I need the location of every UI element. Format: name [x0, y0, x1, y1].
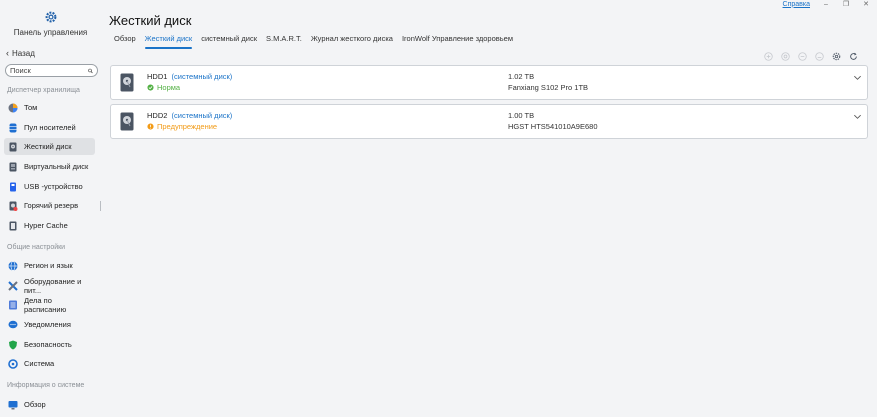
hard-disk-icon — [120, 112, 134, 131]
sidebar-item-scheduled-tasks[interactable]: Дела по расписанию — [4, 295, 95, 314]
tab-disk-log[interactable]: Журнал жесткого диска — [311, 34, 393, 47]
sidebar-item-volume[interactable]: Том — [4, 99, 95, 116]
cache-icon — [9, 221, 17, 230]
sidebar-item-storage-pool[interactable]: Пул носителей — [4, 119, 95, 136]
pie-chart-icon — [8, 103, 18, 112]
disk-model: HGST HTS541010A9E680 — [508, 122, 598, 131]
sidebar-item-hardware-power[interactable]: Оборудование и пит... — [4, 276, 95, 295]
sidebar-item-label: Пул носителей — [24, 123, 76, 132]
disk-id: HDD2 — [147, 111, 168, 120]
hard-disk-icon — [120, 73, 134, 92]
hot-spare-icon — [9, 201, 18, 211]
search-icon[interactable] — [88, 67, 93, 75]
tab-overview[interactable]: Обзор — [114, 34, 136, 47]
tab-smart[interactable]: S.M.A.R.T. — [266, 34, 302, 47]
add-icon[interactable] — [764, 52, 773, 61]
help-link[interactable]: Справка — [783, 1, 810, 8]
sidebar-item-label: Виртуальный диск — [24, 162, 89, 171]
search-input[interactable] — [10, 66, 88, 75]
sidebar-item-label: Обзор — [24, 400, 46, 409]
database-icon — [9, 123, 17, 132]
settings-icon[interactable] — [832, 52, 841, 61]
scan-icon[interactable] — [781, 52, 790, 61]
back-label: Назад — [12, 48, 35, 58]
system-disk-tag: (системный диск) — [171, 111, 233, 120]
restore-icon[interactable]: ❐ — [840, 0, 852, 8]
task-list-icon — [9, 300, 17, 309]
chevron-down-icon[interactable] — [853, 73, 862, 82]
sidebar-item-region-language[interactable]: Регион и язык — [4, 257, 95, 274]
sidebar-item-label: Оборудование и пит... — [24, 276, 82, 295]
disk-card[interactable]: HDD2 (системный диск) Предупреждение 1.0… — [110, 104, 868, 139]
warning-circle-icon — [147, 123, 154, 130]
disk-model: Fanxiang S102 Pro 1TB — [508, 83, 589, 92]
status-text: Предупреждение — [157, 122, 218, 131]
sidebar-item-label: Дела по расписанию — [24, 295, 67, 314]
sidebar-item-usb-device[interactable]: USB -устройство — [4, 178, 95, 195]
system-disk-tag: (системный диск) — [171, 72, 233, 81]
sidebar-item-label: Безопасность — [24, 340, 72, 349]
sidebar-item-label: Том — [24, 103, 38, 112]
window-controls: Справка – ❐ ✕ — [783, 0, 872, 9]
back-button[interactable]: ‹ Назад — [6, 48, 35, 58]
hard-disk-icon — [9, 142, 17, 151]
virtual-disk-icon — [9, 162, 17, 171]
chevron-down-icon[interactable] — [853, 112, 862, 121]
minimize-icon[interactable]: – — [820, 1, 832, 8]
disk-capacity: 1.00 TB — [508, 111, 535, 120]
sidebar-item-security[interactable]: Безопасность — [4, 336, 95, 353]
chat-bubble-icon — [8, 320, 18, 328]
sidebar: Панель управления ‹ Назад Диспетчер хран… — [0, 0, 101, 417]
remove-icon[interactable] — [798, 52, 807, 61]
disk-name: HDD1 (системный диск) — [147, 72, 232, 81]
sidebar-item-overview[interactable]: Обзор — [4, 396, 95, 413]
main-content: Жесткий диск Справка – ❐ ✕ Обзор Жесткий… — [101, 0, 877, 417]
toolbar — [764, 52, 858, 61]
tab-hard-disk[interactable]: Жесткий диск — [144, 34, 192, 49]
section-storage-title: Диспетчер хранилища — [7, 87, 80, 94]
sidebar-item-label: USB -устройство — [24, 182, 83, 191]
globe-icon — [8, 260, 18, 271]
refresh-icon[interactable] — [849, 52, 858, 61]
tab-bar: Обзор Жесткий диск системный диск S.M.A.… — [114, 34, 513, 49]
sidebar-item-virtual-disk[interactable]: Виртуальный диск — [4, 158, 95, 175]
sidebar-item-label: Горячий резерв — [24, 201, 79, 210]
status-text: Норма — [157, 83, 181, 92]
disk-capacity: 1.02 TB — [508, 72, 535, 81]
usb-icon — [10, 182, 16, 191]
sidebar-item-hard-disk[interactable]: Жесткий диск — [4, 138, 95, 155]
monitor-icon — [8, 400, 18, 409]
chevron-left-icon: ‹ — [6, 48, 9, 58]
sidebar-item-label: Система — [24, 359, 55, 368]
tools-icon — [8, 280, 18, 291]
page-title: Жесткий диск — [109, 13, 192, 28]
sidebar-item-label: Уведомления — [24, 320, 71, 329]
sidebar-item-hot-spare[interactable]: Горячий резерв — [4, 197, 95, 214]
eject-icon[interactable] — [815, 52, 824, 61]
disk-card[interactable]: HDD1 (системный диск) Норма 1.02 TB Fanx… — [110, 65, 868, 100]
check-circle-icon — [147, 84, 154, 91]
shield-icon — [9, 340, 17, 349]
sidebar-item-label: Hyper Cache — [24, 221, 68, 230]
disk-status: Предупреждение — [147, 122, 217, 131]
system-icon — [8, 358, 18, 369]
gear-icon — [45, 11, 56, 23]
search-box — [5, 64, 98, 77]
sidebar-item-notifications[interactable]: Уведомления — [4, 316, 95, 333]
sidebar-item-label: Регион и язык — [24, 261, 73, 270]
brand: Панель управления — [0, 10, 101, 37]
disk-name: HDD2 (системный диск) — [147, 111, 232, 120]
sidebar-item-system[interactable]: Система — [4, 355, 95, 372]
section-general-title: Общие настройки — [7, 244, 66, 251]
app-title: Панель управления — [13, 28, 88, 37]
tab-ironwolf-health[interactable]: IronWolf Управление здоровьем — [402, 34, 513, 47]
sidebar-item-label: Жесткий диск — [24, 142, 72, 151]
tab-system-disk[interactable]: системный диск — [201, 34, 257, 47]
sidebar-item-hyper-cache[interactable]: Hyper Cache — [4, 217, 95, 234]
section-sysinfo-title: Информация о системе — [7, 382, 85, 389]
disk-id: HDD1 — [147, 72, 168, 81]
close-icon[interactable]: ✕ — [860, 0, 872, 8]
disk-status: Норма — [147, 83, 180, 92]
